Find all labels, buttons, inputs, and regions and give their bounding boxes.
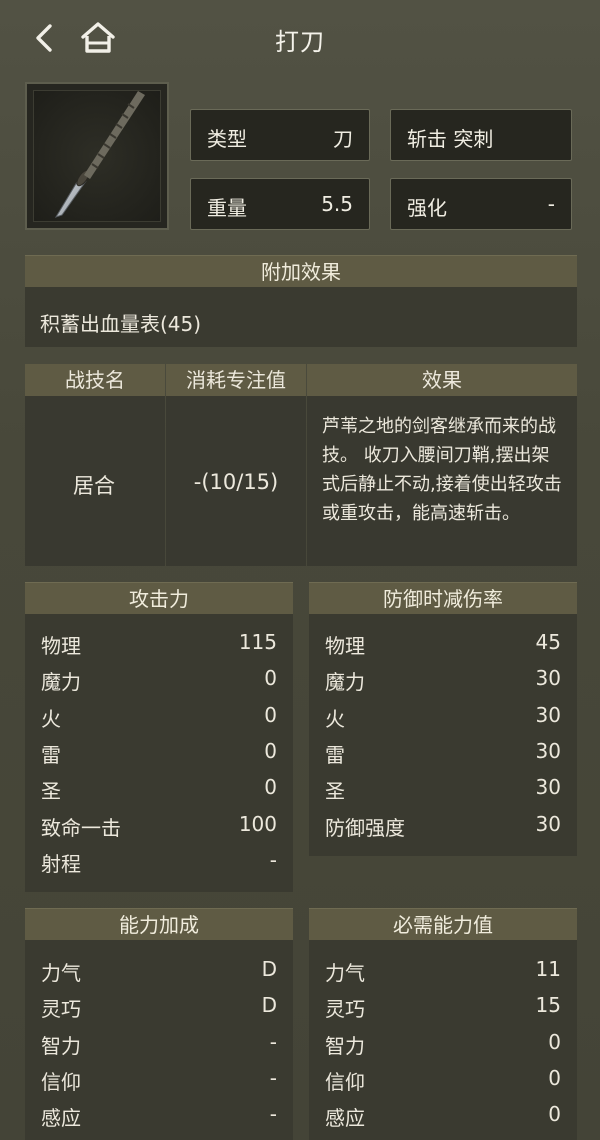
- guard-row: 圣 30: [325, 775, 561, 804]
- weapon-type-box: 类型 刀: [190, 109, 370, 161]
- weapon-image: [25, 82, 169, 230]
- attack-row: 雷0: [41, 738, 277, 767]
- guard-row: 雷 30: [325, 738, 561, 767]
- attack-row-label: 射程: [41, 851, 81, 876]
- attack-row-label: 雷: [41, 742, 61, 767]
- scaling-row-value: -: [269, 1065, 277, 1090]
- guard-row-value: 45: [535, 630, 561, 654]
- scaling-header: 能力加成: [25, 908, 293, 940]
- upgrade-label: 强化: [407, 196, 447, 220]
- attack-row-value: 100: [238, 811, 277, 836]
- guard-row-value: 30: [535, 775, 561, 800]
- scaling-row: 力气 D: [41, 957, 277, 985]
- requirements-row-value: 0: [548, 1065, 561, 1090]
- damage-type-value: 斩击 突刺: [407, 127, 494, 151]
- attack-row-value: 115: [238, 630, 277, 654]
- attack-row-value: -: [269, 847, 277, 872]
- weight-value: 5.5: [321, 192, 353, 216]
- guard-row-label: 圣: [325, 779, 345, 804]
- attack-row: 火0: [41, 702, 277, 731]
- top-bar: 打刀: [0, 0, 600, 76]
- guard-row-value: 30: [535, 738, 561, 763]
- requirements-row-label: 智力: [325, 1033, 365, 1058]
- scaling-row-label: 感应: [41, 1106, 81, 1131]
- upgrade-value: -: [547, 192, 555, 216]
- attack-row: 物理 115: [41, 630, 277, 658]
- guard-row-value: 30: [535, 702, 561, 727]
- weight-box: 重量 5.5: [190, 178, 370, 230]
- guard-row-value: 30: [535, 666, 561, 691]
- weapon-type-value: 刀: [333, 127, 353, 151]
- guard-row-label: 火: [325, 706, 345, 731]
- requirements-row-value: 11: [535, 957, 561, 981]
- requirements-row: 灵巧 15: [325, 993, 561, 1022]
- skill-effect-text: 芦苇之地的剑客继承而来的战技。 收刀入腰间刀鞘,摆出架式后静止不动,接着使出轻攻…: [322, 416, 562, 524]
- affix-header: 附加效果: [25, 255, 577, 287]
- scaling-row-value: D: [261, 993, 277, 1018]
- attack-row: 魔力 0: [41, 666, 277, 695]
- weapon-type-label: 类型: [207, 127, 247, 151]
- guard-row: 火 30: [325, 702, 561, 731]
- requirements-row-value: 0: [548, 1029, 561, 1054]
- scaling-row-label: 力气: [41, 961, 81, 985]
- affix-text: 积蓄出血量表(45): [40, 312, 202, 336]
- skill-cost: -(10/15): [193, 470, 279, 494]
- requirements-row-label: 灵巧: [325, 997, 365, 1022]
- attack-row-value: 0: [264, 775, 277, 800]
- skill-effect-header: 效果: [307, 364, 577, 396]
- guard-row-value: 30: [535, 811, 561, 836]
- attack-row: 圣0: [41, 775, 277, 804]
- scaling-row-label: 智力: [41, 1033, 81, 1058]
- attack-row: 射程 -: [41, 847, 277, 876]
- requirements-row-value: 0: [548, 1102, 561, 1127]
- requirements-row-label: 感应: [325, 1106, 365, 1131]
- attack-row-value: 0: [264, 666, 277, 691]
- skill-name: 居合: [73, 474, 115, 498]
- page-title: 打刀: [275, 28, 325, 56]
- damage-type-box: 斩击 突刺: [390, 109, 572, 161]
- attack-row-value: 0: [264, 738, 277, 763]
- attack-row-label: 火: [41, 706, 61, 731]
- requirements-row-label: 力气: [325, 961, 365, 985]
- guard-header: 防御时减伤率: [309, 582, 577, 614]
- skill-name-header: 战技名: [25, 364, 165, 396]
- attack-row-label: 物理: [41, 634, 81, 658]
- scaling-row: 智力 -: [41, 1029, 277, 1058]
- scaling-row: 信仰 -: [41, 1065, 277, 1094]
- guard-row: 防御强度 30: [325, 811, 561, 840]
- attack-row-value: 0: [264, 702, 277, 727]
- scaling-row-value: -: [269, 1102, 277, 1127]
- katana-icon: [54, 91, 145, 218]
- guard-row-label: 防御强度: [325, 815, 405, 840]
- attack-row: 致命一击 100: [41, 811, 277, 840]
- skill-cost-header: 消耗专注值: [166, 364, 306, 396]
- guard-row: 物理 45: [325, 630, 561, 658]
- requirements-row: 智力 0: [325, 1029, 561, 1058]
- guard-row-label: 物理: [325, 634, 365, 658]
- scaling-row: 感应 -: [41, 1102, 277, 1131]
- attack-header: 攻击力: [25, 582, 293, 614]
- scaling-row-label: 信仰: [41, 1069, 81, 1094]
- requirements-row-label: 信仰: [325, 1069, 365, 1094]
- guard-row-label: 雷: [325, 742, 345, 767]
- attack-row-label: 魔力: [41, 670, 81, 695]
- attack-row-label: 致命一击: [41, 815, 121, 840]
- requirements-row: 感应 0: [325, 1102, 561, 1131]
- guard-row: 魔力 30: [325, 666, 561, 695]
- upgrade-box: 强化 -: [390, 178, 572, 230]
- requirements-header: 必需能力值: [309, 908, 577, 940]
- attack-row-label: 圣: [41, 779, 61, 804]
- requirements-row-value: 15: [535, 993, 561, 1018]
- weight-label: 重量: [207, 196, 247, 220]
- scaling-row-value: D: [261, 957, 277, 981]
- scaling-row-value: -: [269, 1029, 277, 1054]
- requirements-row: 力气 11: [325, 957, 561, 985]
- requirements-row: 信仰 0: [325, 1065, 561, 1094]
- scaling-row-label: 灵巧: [41, 997, 81, 1022]
- guard-row-label: 魔力: [325, 670, 365, 695]
- scaling-row: 灵巧 D: [41, 993, 277, 1022]
